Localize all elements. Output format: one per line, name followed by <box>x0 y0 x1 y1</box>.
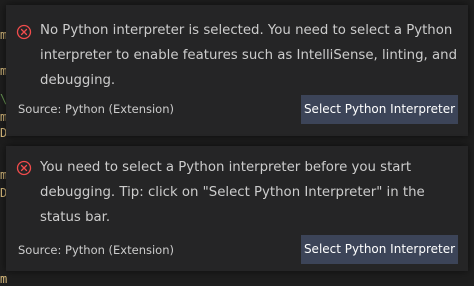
error-icon <box>16 24 32 40</box>
notification-source: Source: Python (Extension) <box>18 102 174 116</box>
error-icon <box>16 160 32 176</box>
select-python-interpreter-button[interactable]: Select Python Interpreter <box>301 95 458 124</box>
select-python-interpreter-button[interactable]: Select Python Interpreter <box>301 235 458 264</box>
notification-message: No Python interpreter is selected. You n… <box>40 23 458 88</box>
notification-source: Source: Python (Extension) <box>18 243 174 257</box>
notification-toast: No Python interpreter is selected. You n… <box>6 5 468 136</box>
notification-toast: You need to select a Python interpreter … <box>6 146 468 271</box>
code-line-fragment: m <box>0 272 8 286</box>
notification-message: You need to select a Python interpreter … <box>40 160 425 225</box>
